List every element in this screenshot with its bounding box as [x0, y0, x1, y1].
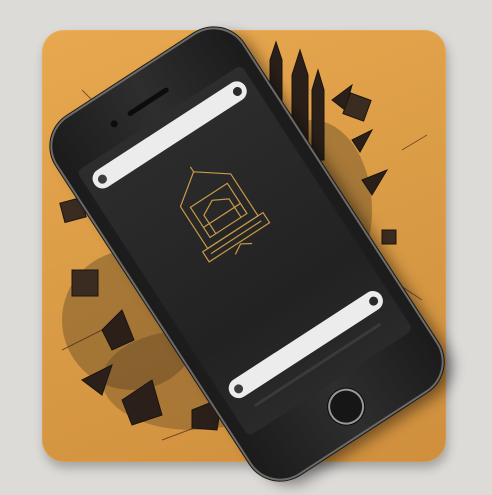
ornate-building-icon: [179, 166, 271, 263]
menu-dot-icon[interactable]: [230, 84, 244, 98]
profile-dot-icon[interactable]: [95, 172, 109, 185]
front-camera: [109, 118, 120, 129]
profile-dot-icon[interactable]: [232, 382, 245, 395]
bottom-input-bar[interactable]: [224, 287, 387, 402]
earpiece-speaker: [126, 86, 170, 117]
menu-dot-icon[interactable]: [367, 294, 380, 307]
home-button-icon[interactable]: [321, 381, 372, 432]
